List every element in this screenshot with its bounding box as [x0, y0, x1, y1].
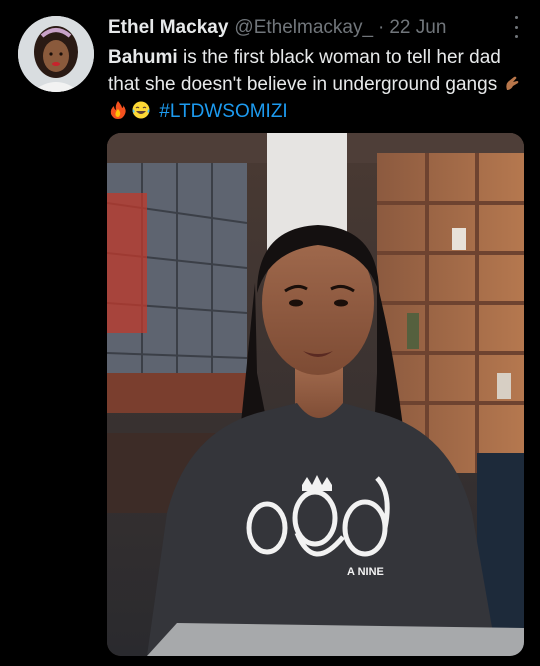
tweet-photo[interactable]: A NINE — [107, 133, 524, 656]
header-separator: · — [378, 17, 385, 38]
pinching-hand-emoji — [506, 76, 519, 90]
avatar[interactable] — [18, 16, 94, 92]
more-options-icon[interactable] — [510, 16, 522, 38]
dot — [514, 25, 518, 29]
hashtag-link[interactable]: #LTDWSOMIZI — [159, 101, 287, 122]
sweatshirt-logo-text: A NINE — [347, 566, 384, 578]
tweet-text: Bahumi is the first black woman to tell … — [108, 44, 528, 125]
fire-emoji — [110, 101, 126, 119]
dot — [514, 16, 518, 19]
dot — [514, 35, 518, 38]
author-handle[interactable]: @Ethelmackay_ — [234, 17, 373, 39]
tweet-header: Ethel Mackay @Ethelmackay_ · 22 Jun — [108, 14, 520, 42]
author-name[interactable]: Ethel Mackay — [108, 17, 228, 39]
tweet-text-bold: Bahumi — [108, 47, 178, 68]
tears-of-joy-emoji — [132, 101, 150, 119]
tweet[interactable]: Ethel Mackay @Ethelmackay_ · 22 Jun Bahu… — [0, 0, 540, 666]
tweet-date[interactable]: 22 Jun — [389, 17, 446, 39]
